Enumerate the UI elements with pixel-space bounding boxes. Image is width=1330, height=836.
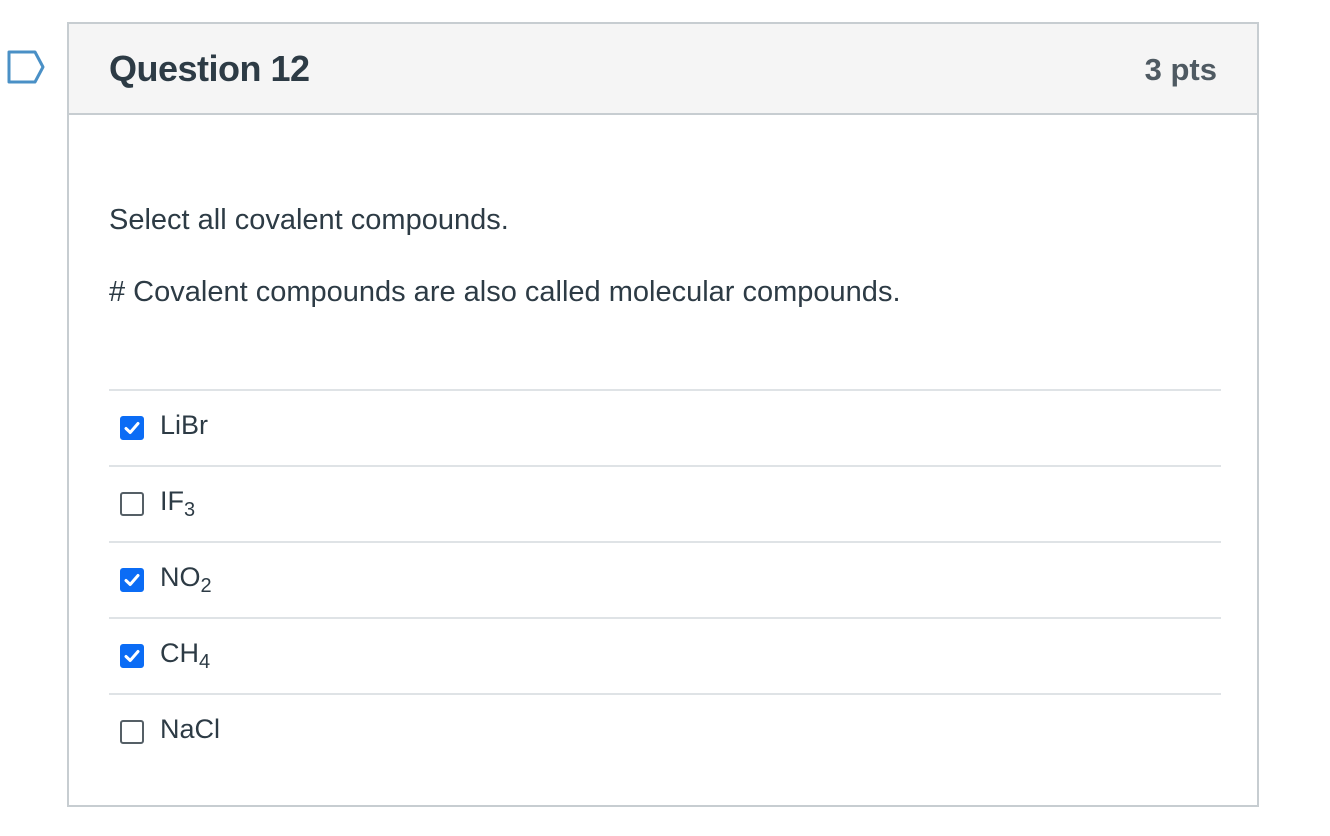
answer-option[interactable]: NO2	[109, 541, 1221, 617]
answer-checkbox[interactable]	[120, 644, 144, 668]
answer-label: NO2	[160, 562, 212, 597]
answer-label: IF3	[160, 486, 196, 521]
question-card: Question 12 3 pts Select all covalent co…	[67, 22, 1259, 807]
question-title: Question 12	[109, 48, 310, 89]
question-prompt: Select all covalent compounds.	[109, 204, 509, 236]
answer-checkbox[interactable]	[120, 568, 144, 592]
answer-label: LiBr	[160, 410, 209, 440]
checkmark-icon	[124, 574, 140, 586]
answer-option[interactable]: CH4	[109, 617, 1221, 693]
checkmark-icon	[124, 650, 140, 662]
answer-option[interactable]: NaCl	[109, 693, 1221, 769]
answer-list: LiBr IF3 NO2 CH4 NaCl	[109, 389, 1221, 769]
answer-option[interactable]: LiBr	[109, 389, 1221, 465]
bookmark-flag-icon[interactable]	[7, 50, 45, 84]
answer-label: NaCl	[160, 714, 221, 744]
question-note: # Covalent compounds are also called mol…	[109, 276, 901, 308]
answer-checkbox[interactable]	[120, 720, 144, 744]
question-points: 3 pts	[1144, 52, 1217, 87]
question-header: Question 12 3 pts	[69, 24, 1257, 115]
answer-checkbox[interactable]	[120, 416, 144, 440]
answer-option[interactable]: IF3	[109, 465, 1221, 541]
checkmark-icon	[124, 422, 140, 434]
answer-checkbox[interactable]	[120, 492, 144, 516]
answer-label: CH4	[160, 638, 211, 673]
